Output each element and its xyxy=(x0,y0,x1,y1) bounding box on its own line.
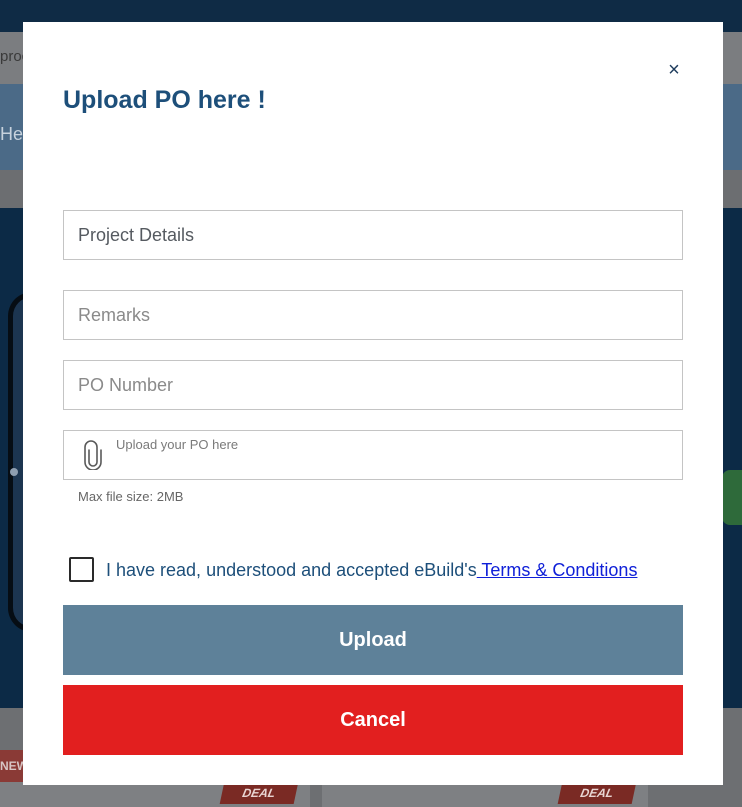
po-number-input[interactable] xyxy=(63,360,683,410)
project-details-input[interactable] xyxy=(63,210,683,260)
terms-conditions-link[interactable]: Terms & Conditions xyxy=(477,560,637,580)
terms-checkbox[interactable] xyxy=(69,557,94,582)
file-upload-field[interactable]: Upload your PO here xyxy=(63,430,683,480)
remarks-input[interactable] xyxy=(63,290,683,340)
terms-label: I have read, understood and accepted eBu… xyxy=(106,560,477,580)
background-deal-badge: DEAL xyxy=(557,782,637,804)
modal-title: Upload PO here ! xyxy=(63,86,266,114)
background-deal-badge: DEAL xyxy=(219,782,299,804)
upload-button[interactable]: Upload xyxy=(63,605,683,675)
background-new-badge: NEW xyxy=(0,750,28,782)
close-icon[interactable]: × xyxy=(664,60,684,80)
max-file-size-hint: Max file size: 2MB xyxy=(78,489,184,504)
upload-po-modal: × Upload PO here ! Upload your PO here M… xyxy=(23,22,723,785)
background-illustration xyxy=(722,470,742,525)
background-carousel-dot xyxy=(10,468,18,476)
cancel-button[interactable]: Cancel xyxy=(63,685,683,755)
terms-text: I have read, understood and accepted eBu… xyxy=(106,560,637,581)
terms-row: I have read, understood and accepted eBu… xyxy=(69,557,699,583)
paperclip-icon xyxy=(82,440,104,471)
upload-label: Upload your PO here xyxy=(116,437,239,452)
